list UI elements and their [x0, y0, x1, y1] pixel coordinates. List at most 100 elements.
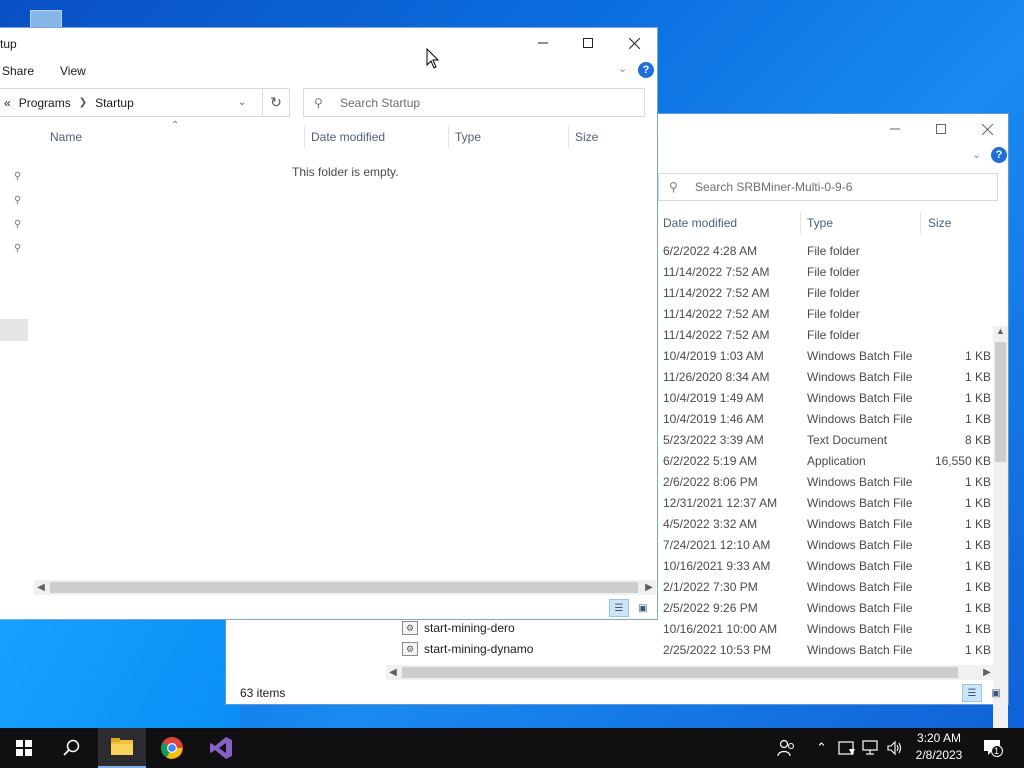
- scroll-left-arrow-icon[interactable]: ◀: [386, 665, 400, 680]
- search-icon: ⚲: [669, 180, 678, 194]
- scroll-right-arrow-icon[interactable]: ▶: [642, 580, 656, 595]
- taskbar-file-explorer[interactable]: [98, 728, 146, 768]
- list-item[interactable]: ⚙ start-mining-dero: [402, 618, 515, 638]
- nav-item-selected[interactable]: [0, 319, 28, 341]
- column-type[interactable]: Type: [807, 216, 833, 230]
- clock-time: 3:20 AM: [916, 731, 962, 745]
- horizontal-scrollbar[interactable]: ◀ ▶: [34, 580, 656, 595]
- table-row[interactable]: 6/2/2022 5:19 AM Application 16,550 KB: [663, 450, 1003, 471]
- table-row[interactable]: 2/1/2022 7:30 PM Windows Batch File 1 KB: [663, 576, 1003, 597]
- table-row[interactable]: 12/31/2021 12:37 AM Windows Batch File 1 K…: [663, 492, 1003, 513]
- batch-file-icon: ⚙: [402, 642, 418, 656]
- column-size[interactable]: Size: [575, 130, 598, 144]
- details-view-button[interactable]: ☰: [962, 684, 982, 702]
- cell-type: Windows Batch File: [807, 391, 913, 405]
- taskbar-visual-studio[interactable]: [197, 728, 245, 768]
- volume-button[interactable]: [886, 728, 904, 768]
- breadcrumb-startup[interactable]: Startup: [95, 96, 134, 110]
- list-item[interactable]: ⚙ start-mining-dynamo: [402, 639, 533, 659]
- close-button[interactable]: [611, 28, 657, 58]
- scrollbar-thumb[interactable]: [402, 667, 958, 678]
- speaker-icon: [887, 740, 902, 756]
- minimize-button[interactable]: [520, 28, 566, 58]
- cell-date: 7/24/2021 12:10 AM: [663, 538, 771, 552]
- scroll-right-arrow-icon[interactable]: ▶: [980, 665, 994, 680]
- breadcrumb-overflow[interactable]: «: [4, 96, 11, 110]
- action-center-button[interactable]: 1: [982, 728, 1004, 768]
- large-icons-view-button[interactable]: ▣: [986, 684, 1006, 702]
- table-row[interactable]: 2/25/2022 10:53 PM Windows Batch File 1 KB: [663, 639, 1003, 660]
- taskbar-chrome[interactable]: [148, 728, 196, 768]
- help-icon[interactable]: ?: [991, 147, 1007, 163]
- column-divider[interactable]: [448, 126, 449, 148]
- search-input[interactable]: ⚲ Search SRBMiner-Multi-0-9-6: [658, 173, 998, 201]
- sort-ascending-icon: ⌃: [171, 120, 180, 131]
- details-view-button[interactable]: ☰: [609, 599, 629, 617]
- table-row[interactable]: 11/14/2022 7:52 AM File folder: [663, 324, 1003, 345]
- refresh-button[interactable]: ↻: [262, 88, 290, 117]
- table-row[interactable]: 10/4/2019 1:03 AM Windows Batch File 1 KB: [663, 345, 1003, 366]
- table-row[interactable]: 2/6/2022 8:06 PM Windows Batch File 1 KB: [663, 471, 1003, 492]
- table-row[interactable]: 11/26/2020 8:34 AM Windows Batch File 1 KB: [663, 366, 1003, 387]
- tab-share[interactable]: Share: [2, 64, 34, 78]
- column-type[interactable]: Type: [455, 130, 481, 144]
- table-row[interactable]: 10/16/2021 10:00 AM Windows Batch File 1 K…: [663, 618, 1003, 639]
- minimize-button[interactable]: [872, 114, 918, 144]
- column-date-modified[interactable]: Date modified: [311, 130, 385, 144]
- scroll-left-arrow-icon[interactable]: ◀: [34, 580, 48, 595]
- column-name[interactable]: Name: [50, 130, 82, 144]
- table-row[interactable]: 10/16/2021 9:33 AM Windows Batch File 1 KB: [663, 555, 1003, 576]
- table-row[interactable]: 10/4/2019 1:46 AM Windows Batch File 1 KB: [663, 408, 1003, 429]
- cell-size: 1 KB: [964, 643, 991, 657]
- chevron-down-icon[interactable]: ⌄: [238, 97, 246, 108]
- cell-size: 1 KB: [964, 496, 991, 510]
- table-row[interactable]: 5/23/2022 3:39 AM Text Document 8 KB: [663, 429, 1003, 450]
- expand-ribbon-chevron-icon[interactable]: ⌄: [618, 62, 627, 75]
- horizontal-scrollbar[interactable]: ◀ ▶: [386, 665, 994, 680]
- show-hidden-icons-button[interactable]: ⌃: [816, 728, 827, 768]
- close-button[interactable]: [964, 114, 1010, 144]
- pin-icon[interactable]: ⚲: [14, 243, 21, 254]
- help-icon[interactable]: ?: [638, 62, 654, 78]
- table-row[interactable]: 11/14/2022 7:52 AM File folder: [663, 303, 1003, 324]
- tab-view[interactable]: View: [60, 64, 86, 78]
- table-row[interactable]: 11/14/2022 7:52 AM File folder: [663, 282, 1003, 303]
- cell-type: Windows Batch File: [807, 496, 913, 510]
- maximize-button[interactable]: [565, 28, 611, 58]
- start-button[interactable]: [0, 728, 48, 768]
- table-row[interactable]: 10/4/2019 1:49 AM Windows Batch File 1 KB: [663, 387, 1003, 408]
- column-divider[interactable]: [800, 212, 801, 234]
- column-divider[interactable]: [304, 126, 305, 148]
- pin-icon[interactable]: ⚲: [14, 171, 21, 182]
- pin-icon[interactable]: ⚲: [14, 195, 21, 206]
- network-icon: [862, 740, 878, 755]
- cell-date: 11/26/2020 8:34 AM: [663, 370, 770, 384]
- security-tray-button[interactable]: [838, 728, 856, 768]
- search-input[interactable]: ⚲ Search Startup: [303, 88, 645, 117]
- column-divider[interactable]: [920, 212, 921, 234]
- address-bar[interactable]: « Programs ❯ Startup ⌄: [0, 88, 290, 117]
- table-row[interactable]: 6/2/2022 4:28 AM File folder: [663, 240, 1003, 261]
- table-row[interactable]: 11/14/2022 7:52 AM File folder: [663, 261, 1003, 282]
- clock[interactable]: 3:20 AM 2/8/2023: [910, 730, 968, 764]
- expand-ribbon-chevron-icon[interactable]: ⌄: [972, 148, 981, 161]
- breadcrumb-programs[interactable]: Programs: [19, 96, 71, 110]
- table-row[interactable]: 2/5/2022 9:26 PM Windows Batch File 1 KB: [663, 597, 1003, 618]
- table-row[interactable]: 4/5/2022 3:32 AM Windows Batch File 1 KB: [663, 513, 1003, 534]
- cell-date: 4/5/2022 3:32 AM: [663, 517, 758, 531]
- notification-icon: [984, 740, 1003, 757]
- cell-date: 2/25/2022 10:53 PM: [663, 643, 772, 657]
- pin-icon[interactable]: ⚲: [14, 219, 21, 230]
- cell-type: Text Document: [807, 433, 888, 447]
- column-date-modified[interactable]: Date modified: [663, 216, 737, 230]
- column-size[interactable]: Size: [928, 216, 951, 230]
- maximize-button[interactable]: [918, 114, 964, 144]
- people-button[interactable]: [776, 728, 796, 768]
- search-button[interactable]: [48, 728, 96, 768]
- column-divider[interactable]: [568, 126, 569, 148]
- large-icons-view-button[interactable]: ▣: [633, 599, 653, 617]
- table-row[interactable]: 7/24/2021 12:10 AM Windows Batch File 1 KB: [663, 534, 1003, 555]
- cell-date: 12/31/2021 12:37 AM: [663, 496, 778, 510]
- scrollbar-thumb[interactable]: [50, 582, 638, 593]
- network-button[interactable]: [862, 728, 880, 768]
